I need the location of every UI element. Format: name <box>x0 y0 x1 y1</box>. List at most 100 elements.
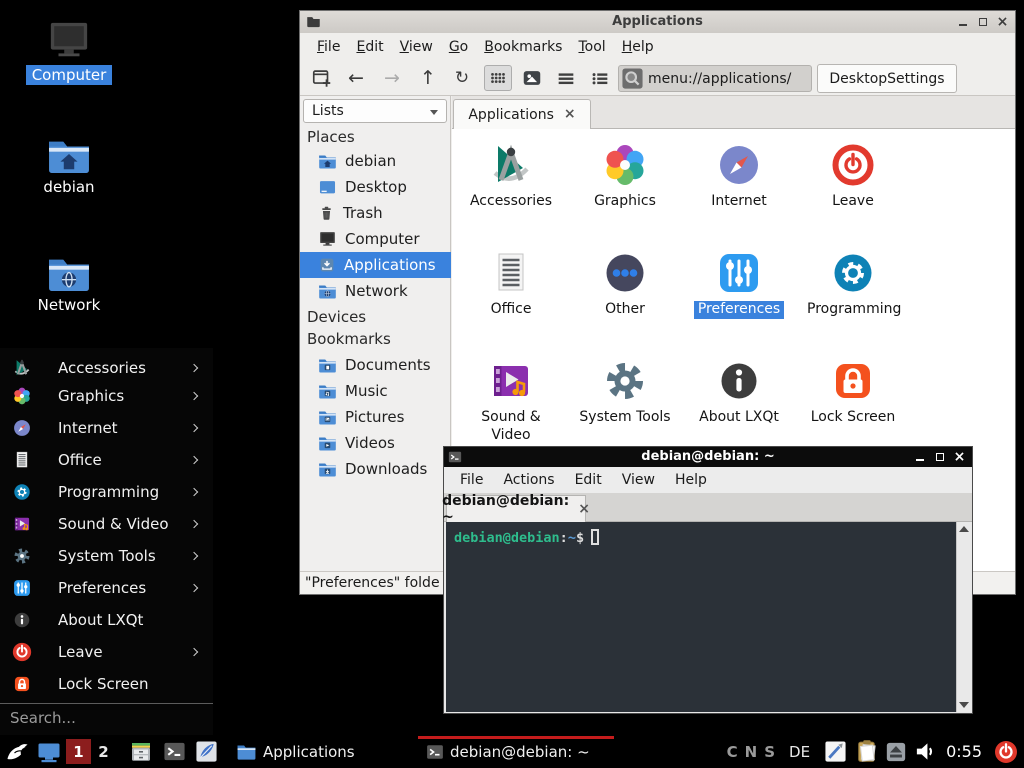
sidebar-item-debian[interactable]: debian <box>300 148 451 174</box>
terminal-screen[interactable]: debian@debian:~$ <box>446 522 958 712</box>
compact-view-button[interactable] <box>552 65 580 91</box>
desktop-icon-debian[interactable]: debian <box>24 136 114 197</box>
menu-view[interactable]: View <box>614 470 663 490</box>
menu-item-leave[interactable]: Leave <box>0 636 213 668</box>
back-button[interactable]: ← <box>342 65 370 91</box>
minimize-button[interactable] <box>956 16 969 29</box>
sidebar-item-videos[interactable]: Videos <box>300 430 451 456</box>
quicklaunch-featherpad-button[interactable] <box>190 735 222 768</box>
maximize-button[interactable] <box>976 16 989 29</box>
sidebar-item-network[interactable]: Network <box>300 278 451 304</box>
menu-item-about-lxqt[interactable]: About LXQt <box>0 604 213 636</box>
scroll-down-icon[interactable] <box>959 702 969 708</box>
start-menu-button[interactable] <box>0 735 34 768</box>
app-item-label: Internet <box>693 193 785 211</box>
menu-item-office[interactable]: Office <box>0 444 213 476</box>
menu-help[interactable]: Help <box>667 470 715 490</box>
app-item-preferences[interactable]: Preferences <box>682 241 796 349</box>
menu-file[interactable]: File <box>452 470 491 490</box>
close-button[interactable] <box>996 16 1009 29</box>
terminal-titlebar[interactable]: debian@debian: ~ <box>444 447 972 467</box>
show-desktop-button[interactable] <box>34 735 64 768</box>
menu-item-preferences[interactable]: Preferences <box>0 572 213 604</box>
tray-screenshot-icon[interactable] <box>818 735 852 768</box>
menu-separator <box>0 703 213 704</box>
menu-view[interactable]: View <box>393 37 440 57</box>
quicklaunch-terminal-button[interactable] <box>158 735 190 768</box>
app-item-system-tools[interactable]: System Tools <box>568 349 682 457</box>
app-item-programming[interactable]: Programming <box>796 241 910 349</box>
task-applications[interactable]: Applications <box>228 735 418 768</box>
tray-clipboard-icon[interactable] <box>852 735 882 768</box>
menu-actions[interactable]: Actions <box>495 470 562 490</box>
close-button[interactable] <box>953 451 966 464</box>
sidebar-item-music[interactable]: Music <box>300 378 451 404</box>
sidebar-item-applications[interactable]: Applications <box>300 252 451 278</box>
menu-item-internet[interactable]: Internet <box>0 412 213 444</box>
sidebar-item-documents[interactable]: Documents <box>300 352 451 378</box>
forward-button[interactable]: → <box>378 65 406 91</box>
desktop-settings-button[interactable]: DesktopSettings <box>817 64 957 93</box>
scroll-up-icon[interactable] <box>959 526 969 532</box>
workspace-1-button[interactable]: 1 <box>66 739 91 764</box>
app-item-office[interactable]: Office <box>454 241 568 349</box>
up-button[interactable]: ↑ <box>414 65 442 91</box>
menu-item-label: Graphics <box>58 387 124 405</box>
app-item-other[interactable]: Other <box>568 241 682 349</box>
app-item-lock-screen[interactable]: Lock Screen <box>796 349 910 457</box>
reload-button[interactable]: ↻ <box>448 65 476 91</box>
leave-power-button[interactable] <box>990 735 1022 768</box>
tab-close-icon[interactable] <box>564 107 576 122</box>
menu-help[interactable]: Help <box>615 37 661 57</box>
sidebar-item-desktop[interactable]: Desktop <box>300 174 451 200</box>
clock[interactable]: 0:55 <box>946 742 982 761</box>
terminal-menubar: File Actions Edit View Help <box>444 467 972 493</box>
app-item-accessories[interactable]: Accessories <box>454 133 568 241</box>
menu-item-system-tools[interactable]: System Tools <box>0 540 213 572</box>
quicklaunch-file-manager-button[interactable] <box>124 735 158 768</box>
app-item-sound-video[interactable]: Sound & Video <box>454 349 568 457</box>
terminal-scrollbar[interactable] <box>956 522 970 712</box>
sidebar-item-computer[interactable]: Computer <box>300 226 451 252</box>
menu-item-programming[interactable]: Programming <box>0 476 213 508</box>
icon-view-button[interactable] <box>484 65 512 91</box>
task-terminal[interactable]: debian@debian: ~ <box>418 735 614 768</box>
sidebar-item-trash[interactable]: Trash <box>300 200 451 226</box>
tray-volume-icon[interactable] <box>910 735 940 768</box>
thumbnail-view-button[interactable] <box>518 65 546 91</box>
workspace-2-button[interactable]: 2 <box>91 739 116 764</box>
sidebar-item-pictures[interactable]: Pictures <box>300 404 451 430</box>
maximize-button[interactable] <box>933 451 946 464</box>
menu-file[interactable]: File <box>310 37 347 57</box>
file-manager-titlebar[interactable]: Applications <box>300 11 1015 33</box>
tab-applications[interactable]: Applications <box>453 99 591 129</box>
tray-removable-media-icon[interactable] <box>882 735 910 768</box>
keyboard-layout-indicator[interactable]: DE <box>789 743 810 761</box>
desktop-icon-network[interactable]: Network <box>24 254 114 315</box>
minimize-button[interactable] <box>913 451 926 464</box>
app-item-leave[interactable]: Leave <box>796 133 910 241</box>
internet-icon <box>715 141 763 189</box>
desktop-icon-computer[interactable]: Computer <box>24 20 114 85</box>
tab-close-icon[interactable] <box>578 502 590 517</box>
home-folder-icon <box>318 153 337 169</box>
detailed-view-button[interactable] <box>586 65 614 91</box>
menu-edit[interactable]: Edit <box>349 37 390 57</box>
menu-item-graphics[interactable]: Graphics <box>0 380 213 412</box>
sidebar-item-downloads[interactable]: Downloads <box>300 456 451 482</box>
menu-tool[interactable]: Tool <box>571 37 612 57</box>
sidebar-mode-select[interactable]: Lists <box>303 99 447 123</box>
new-tab-button[interactable] <box>308 65 336 91</box>
menu-item-sound-video[interactable]: Sound & Video <box>0 508 213 540</box>
menu-item-lock-screen[interactable]: Lock Screen <box>0 668 213 700</box>
menu-bookmarks[interactable]: Bookmarks <box>477 37 569 57</box>
menu-search-input[interactable]: Search... <box>10 709 76 727</box>
app-item-internet[interactable]: Internet <box>682 133 796 241</box>
terminal-tab[interactable]: debian@debian: ~ <box>446 495 586 522</box>
address-bar[interactable]: menu://applications/ <box>618 65 812 92</box>
menu-go[interactable]: Go <box>442 37 475 57</box>
app-item-about-lxqt[interactable]: About LXQt <box>682 349 796 457</box>
lock-screen-icon <box>12 674 32 694</box>
app-item-graphics[interactable]: Graphics <box>568 133 682 241</box>
menu-edit[interactable]: Edit <box>567 470 610 490</box>
